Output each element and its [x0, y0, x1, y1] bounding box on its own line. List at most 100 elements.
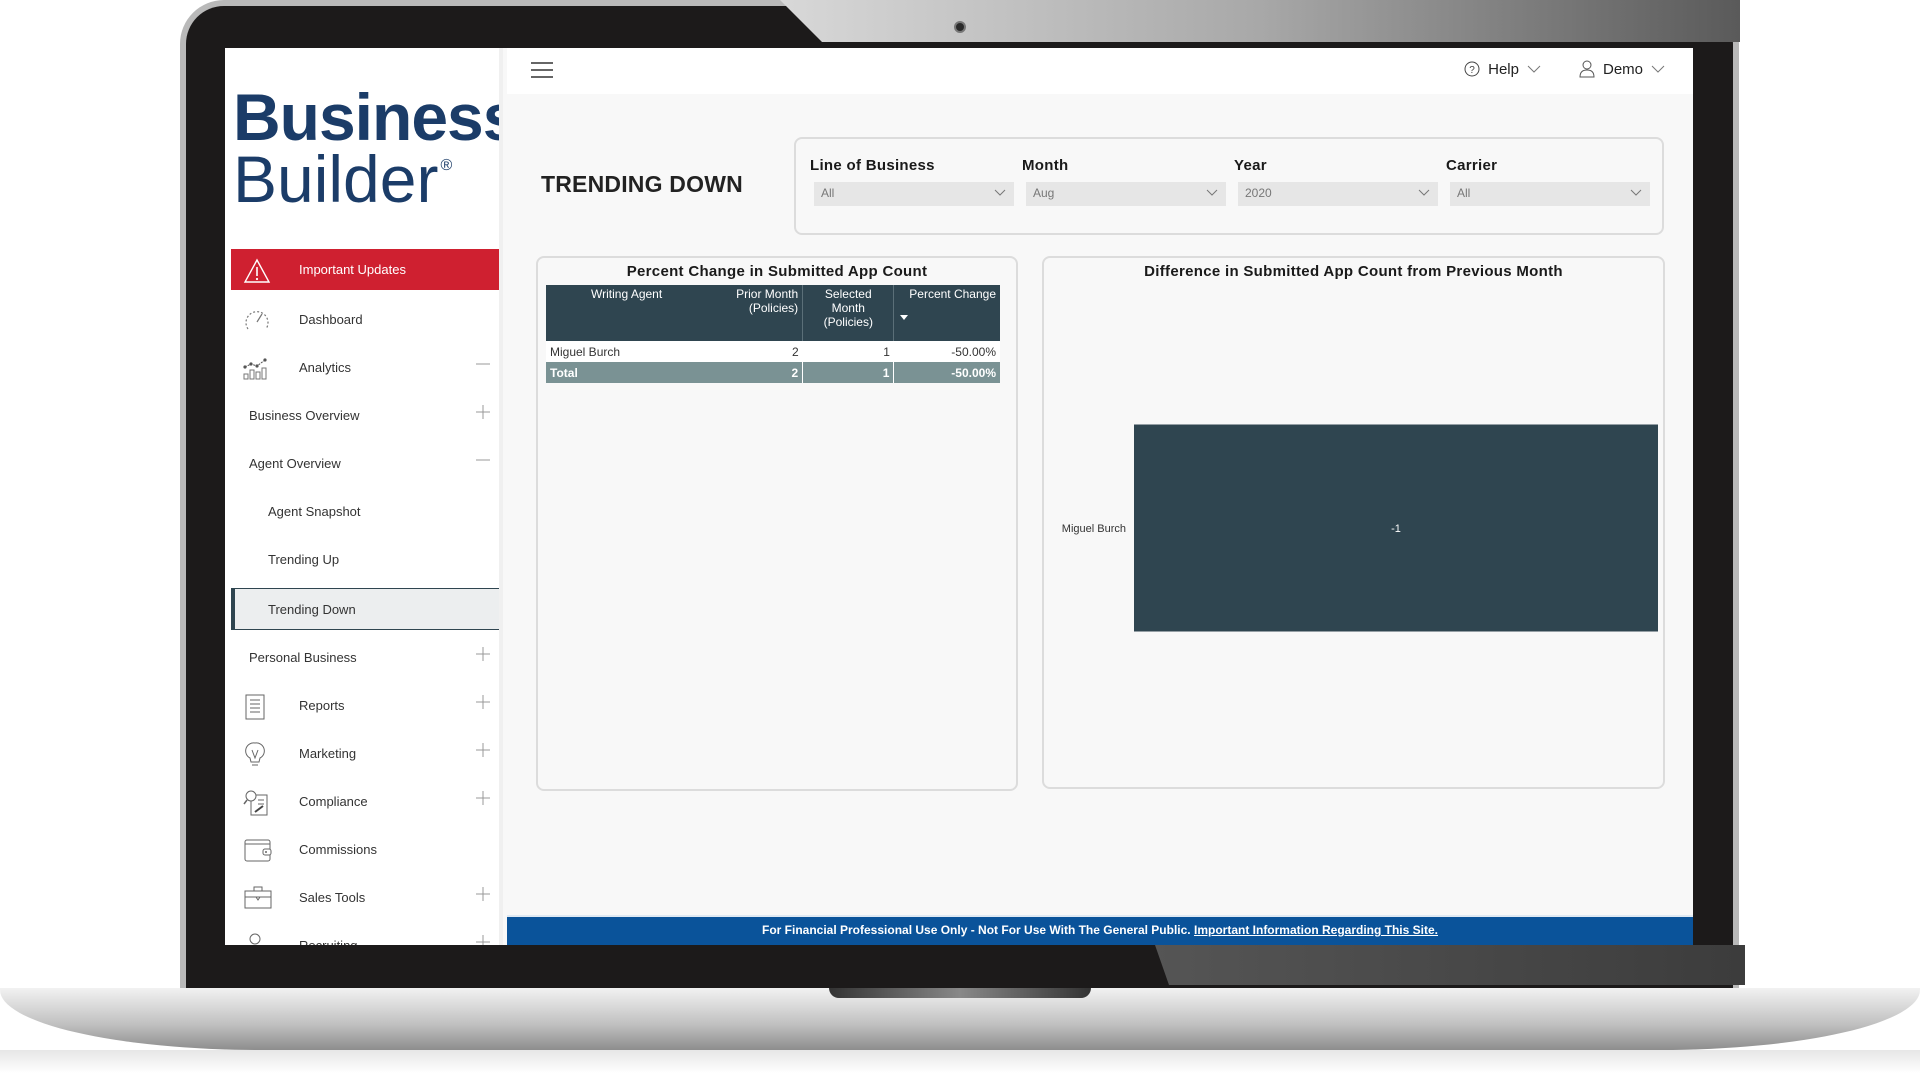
cell-selected-month: 1	[802, 341, 894, 362]
sidebar-item-label: Commissions	[299, 841, 378, 857]
column-header-selected-month[interactable]: Selected Month (Policies)	[802, 285, 894, 341]
chevron-down-icon	[1418, 189, 1430, 196]
analytics-icon	[243, 355, 269, 381]
help-menu[interactable]: ? Help	[1456, 61, 1549, 78]
filter-label: Line of Business	[810, 157, 935, 174]
user-label: Demo	[1602, 60, 1643, 78]
sidebar-item-business-overview[interactable]: Business Overview	[231, 394, 499, 436]
expand-icon[interactable]	[475, 790, 491, 806]
collapse-icon[interactable]	[475, 356, 491, 372]
sidebar-item-recruiting[interactable]: Recruiting	[231, 924, 499, 946]
total-selected-month: 1	[802, 362, 894, 383]
bezel-glare-lower	[1155, 945, 1745, 985]
important-information-link[interactable]: Important Information Regarding This Sit…	[1194, 923, 1438, 937]
cell-percent-change: -50.00%	[893, 341, 1000, 362]
sidebar-item-label: Compliance	[299, 793, 368, 809]
collapse-icon[interactable]	[475, 452, 491, 468]
sidebar-item-agent-overview[interactable]: Agent Overview	[231, 442, 499, 484]
percent-change-table: Writing Agent Prior Month (Policies) Sel…	[546, 285, 1000, 383]
chevron-down-icon	[1651, 65, 1665, 73]
menu-icon[interactable]	[531, 62, 553, 78]
filter-label: Year	[1234, 157, 1267, 174]
lightbulb-icon	[243, 741, 269, 767]
month-select[interactable]: Aug	[1026, 182, 1226, 206]
page-title: TRENDING DOWN	[541, 171, 743, 197]
help-icon: ?	[1464, 61, 1480, 77]
sidebar-item-trending-up[interactable]: Trending Up	[231, 538, 499, 580]
warning-icon	[243, 258, 271, 284]
sidebar: Business Builder ® Important Updates Dash…	[225, 48, 503, 945]
sidebar-item-reports[interactable]: Reports	[231, 684, 499, 726]
year-select[interactable]: 2020	[1238, 182, 1438, 206]
sidebar-item-label: Business Overview	[249, 407, 360, 423]
sidebar-item-compliance[interactable]: Compliance	[231, 780, 499, 822]
sidebar-item-label: Analytics	[299, 359, 352, 375]
table-row[interactable]: Miguel Burch 2 1 -50.00%	[546, 341, 1000, 362]
help-label: Help	[1488, 60, 1519, 78]
expand-icon[interactable]	[475, 742, 491, 758]
laptop-mockup: Business Builder ® Important Updates Dash…	[0, 0, 1920, 1073]
filter-line-of-business: Line of Business All	[802, 157, 1014, 206]
expand-icon[interactable]	[475, 404, 491, 420]
chevron-down-icon	[1630, 189, 1642, 196]
sidebar-item-analytics[interactable]: Analytics	[231, 346, 499, 388]
sidebar-item-label: Important Updates	[299, 262, 406, 277]
expand-icon[interactable]	[475, 886, 491, 902]
table-total-row: Total 2 1 -50.00%	[546, 362, 1000, 383]
svg-text:?: ?	[1469, 65, 1475, 76]
sidebar-item-label: Reports	[299, 697, 345, 713]
filter-label: Carrier	[1446, 157, 1498, 174]
percent-change-panel: Percent Change in Submitted App Count Wr…	[536, 256, 1018, 791]
chart-title: Difference in Submitted App Count from P…	[1144, 263, 1563, 280]
column-header-prior-month[interactable]: Prior Month (Policies)	[707, 285, 803, 341]
sidebar-item-label: Dashboard	[299, 311, 363, 327]
table-header-row: Writing Agent Prior Month (Policies) Sel…	[546, 285, 1000, 341]
carrier-select[interactable]: All	[1450, 182, 1650, 206]
sidebar-item-important-updates[interactable]: Important Updates	[231, 249, 499, 290]
line-of-business-select[interactable]: All	[814, 182, 1014, 206]
sidebar-item-personal-business[interactable]: Personal Business	[231, 636, 499, 678]
sidebar-item-agent-snapshot[interactable]: Agent Snapshot	[231, 490, 499, 532]
briefcase-icon	[243, 885, 272, 911]
sidebar-item-marketing[interactable]: Marketing	[231, 732, 499, 774]
expand-icon[interactable]	[475, 646, 491, 662]
sidebar-item-label: Sales Tools	[299, 889, 366, 905]
wallet-icon	[243, 837, 272, 863]
expand-icon[interactable]	[475, 934, 491, 945]
filter-year: Year 2020	[1226, 157, 1438, 206]
disclaimer-banner: For Financial Professional Use Only - No…	[507, 915, 1693, 945]
sidebar-item-dashboard[interactable]: Dashboard	[231, 298, 499, 340]
difference-chart-panel: Difference in Submitted App Count from P…	[1042, 256, 1665, 789]
sidebar-item-label: Recruiting	[299, 937, 358, 946]
top-right-menu: ? Help Demo	[1434, 60, 1673, 78]
camera-icon	[954, 21, 966, 33]
filter-carrier: Carrier All	[1438, 157, 1650, 206]
disclaimer-text: For Financial Professional Use Only - No…	[762, 923, 1191, 937]
total-label: Total	[546, 362, 708, 383]
sidebar-item-trending-down[interactable]: Trending Down	[231, 588, 499, 630]
cell-prior-month: 2	[707, 341, 803, 362]
sidebar-item-label: Trending Up	[268, 551, 340, 567]
panel-title: Percent Change in Submitted App Count	[626, 263, 928, 280]
expand-icon[interactable]	[475, 694, 491, 710]
data-label: -1	[1391, 523, 1401, 535]
bezel-glare	[780, 0, 1740, 42]
person-icon	[243, 933, 269, 945]
sidebar-item-commissions[interactable]: Commissions	[231, 828, 499, 870]
compliance-icon	[243, 789, 269, 816]
sort-descending-icon	[900, 315, 909, 320]
user-menu[interactable]: Demo	[1571, 60, 1673, 78]
column-header-writing-agent[interactable]: Writing Agent	[546, 285, 708, 341]
brand-logo[interactable]: Business Builder ®	[233, 80, 503, 212]
sidebar-item-sales-tools[interactable]: Sales Tools	[231, 876, 499, 918]
sidebar-item-label: Agent Overview	[249, 455, 341, 471]
column-header-percent-change[interactable]: Percent Change	[893, 285, 1000, 341]
brand-line1: Business	[233, 80, 503, 154]
chevron-down-icon	[1206, 189, 1218, 196]
sidebar-item-label: Trending Down	[268, 601, 356, 617]
laptop-notch	[829, 988, 1091, 998]
app-screen: Business Builder ® Important Updates Dash…	[225, 48, 1693, 945]
chevron-down-icon	[1527, 65, 1541, 73]
sidebar-item-label: Agent Snapshot	[268, 503, 361, 519]
speedometer-icon	[243, 307, 269, 333]
